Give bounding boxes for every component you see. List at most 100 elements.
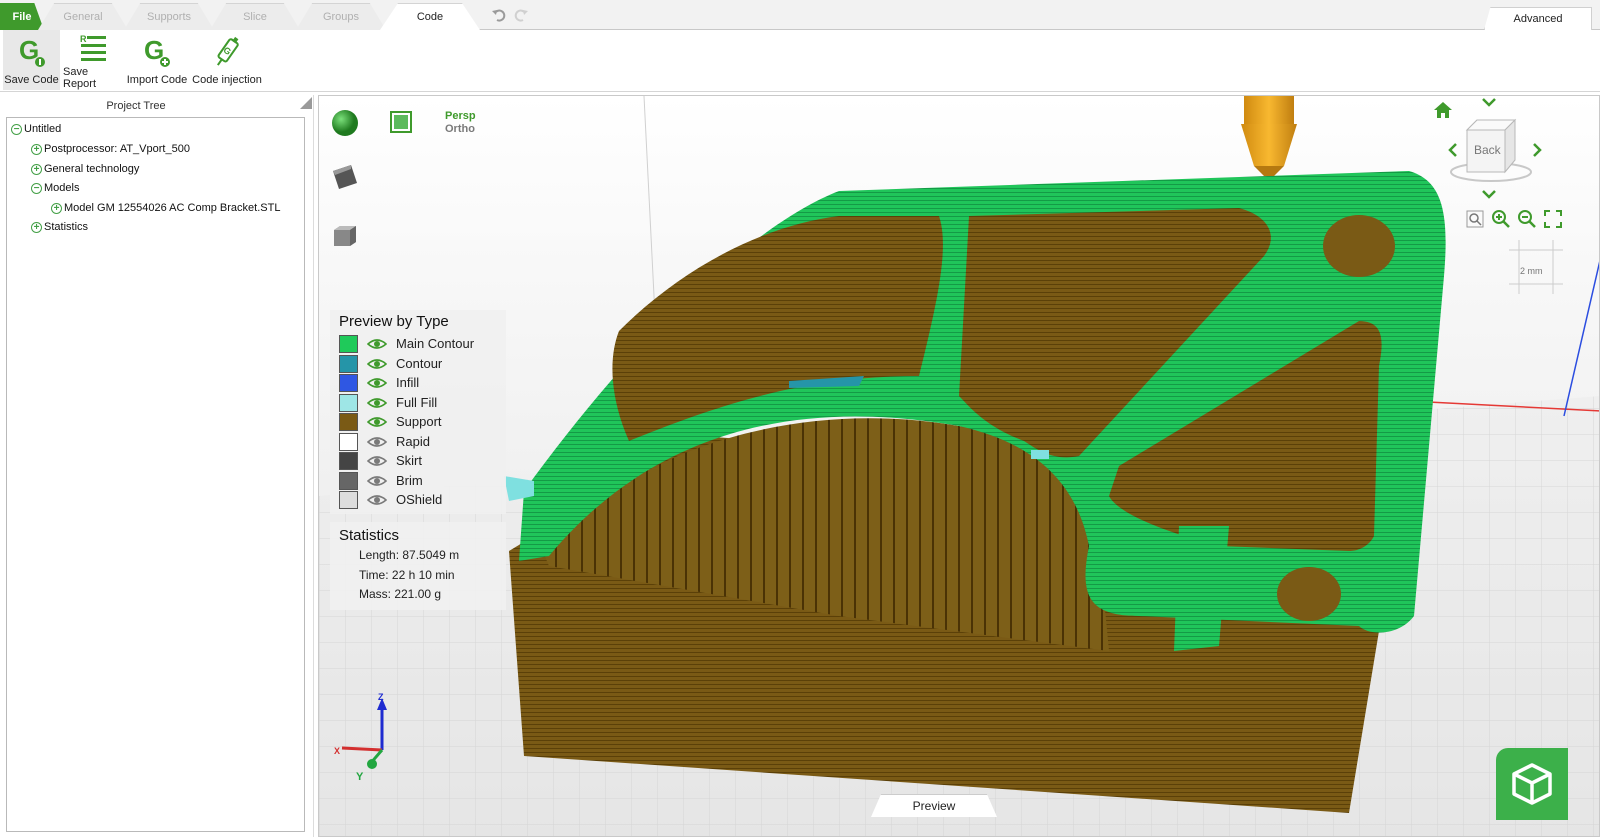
tab-advanced-label: Advanced [1513, 13, 1563, 25]
syringe-icon: G [212, 30, 242, 74]
legend-item[interactable]: Infill [339, 373, 419, 392]
legend-item[interactable]: Brim [339, 471, 423, 490]
tab-general-label: General [63, 10, 103, 23]
eye-icon[interactable] [367, 358, 387, 370]
shading-sphere-icon[interactable] [331, 109, 359, 142]
stat-time: Time: 22 h 10 min [359, 568, 455, 582]
eye-icon[interactable] [367, 475, 387, 487]
expand-icon[interactable]: + [31, 143, 42, 155]
tab-slice[interactable]: Slice [210, 3, 300, 30]
legend-swatch [339, 354, 358, 373]
ribbon-toolbar: G Save Code R Save Report G Import Code [0, 30, 1600, 92]
tab-general[interactable]: General [38, 3, 128, 30]
tree-node-root[interactable]: − Untitled [11, 123, 61, 135]
tree-node-postprocessor-label: Postprocessor: AT_Vport_500 [44, 143, 190, 155]
y-axis-line [1563, 261, 1599, 417]
code-injection-label: Code injection [192, 74, 262, 86]
code-injection-button[interactable]: G Code injection [191, 30, 263, 90]
viewport-3d[interactable]: Z X Y Persp Ortho Preview by Type Main C… [318, 95, 1600, 837]
legend-swatch [339, 393, 358, 412]
tree-node-general-technology[interactable]: + General technology [31, 163, 139, 175]
tab-advanced[interactable]: Advanced [1484, 7, 1592, 30]
save-report-button[interactable]: R Save Report [63, 30, 123, 90]
legend-item[interactable]: Skirt [339, 451, 422, 470]
save-report-label: Save Report [63, 66, 97, 90]
eye-icon[interactable] [367, 494, 387, 506]
axis-x-label: X [334, 746, 340, 756]
import-code-label: Import Code [126, 74, 188, 86]
tree-node-general-technology-label: General technology [44, 163, 140, 175]
redo-icon[interactable] [512, 7, 530, 23]
tab-groups[interactable]: Groups [296, 3, 386, 30]
axis-y-label: Y [356, 771, 364, 783]
section-view-icon[interactable] [331, 163, 359, 196]
view-cube[interactable]: Back [1441, 96, 1581, 206]
legend-item-label: Main Contour [396, 336, 475, 351]
tree-node-models-label: Models [44, 182, 80, 194]
legend-item[interactable]: OShield [339, 490, 442, 509]
expand-icon[interactable]: + [51, 202, 62, 214]
legend-swatch [339, 451, 358, 470]
view-cube-face-label: Back [1474, 143, 1502, 157]
eye-icon[interactable] [367, 455, 387, 467]
tree-node-statistics[interactable]: + Statistics [31, 221, 88, 233]
project-tree[interactable]: − Untitled + Postprocessor: AT_Vport_500… [6, 117, 305, 832]
panel-collapse-icon[interactable] [300, 97, 312, 109]
tree-node-statistics-label: Statistics [44, 221, 89, 233]
legend-swatch [339, 471, 358, 490]
tab-code[interactable]: Code [380, 3, 480, 30]
scale-ruler-label: 2 mm [1520, 266, 1543, 276]
undo-icon[interactable] [490, 7, 508, 23]
legend-item[interactable]: Main Contour [339, 334, 474, 353]
solid-box-icon[interactable] [332, 224, 358, 253]
eye-icon[interactable] [367, 397, 387, 409]
tree-node-postprocessor[interactable]: + Postprocessor: AT_Vport_500 [31, 143, 190, 155]
scene-3d[interactable]: Z X Y [319, 96, 1600, 837]
import-code-button[interactable]: G Import Code [125, 30, 189, 90]
printed-part[interactable] [504, 171, 1446, 813]
preview-tab[interactable]: Preview [871, 794, 997, 817]
zoom-window-icon[interactable] [1466, 210, 1484, 233]
save-code-button[interactable]: G Save Code [3, 30, 60, 90]
import-code-icon: G [142, 30, 172, 74]
projection-persp[interactable]: Persp [445, 110, 476, 122]
legend-swatch [339, 412, 358, 431]
legend-item-label: Infill [396, 375, 420, 390]
expand-icon[interactable]: + [31, 221, 42, 233]
tree-node-models[interactable]: − Models [31, 182, 79, 194]
legend-swatch [339, 373, 358, 392]
texture-mode-icon[interactable] [390, 111, 412, 138]
cube-menu-button[interactable] [1496, 748, 1568, 820]
collapse-icon[interactable]: − [11, 123, 22, 135]
tab-supports-label: Supports [146, 10, 192, 23]
zoom-in-icon[interactable] [1492, 210, 1510, 233]
zoom-toolbar [1466, 210, 1562, 233]
cube-icon [1512, 763, 1552, 805]
tab-bar: File General Supports Slice Groups Code … [0, 0, 1600, 30]
tree-node-model-file[interactable]: + Model GM 12554026 AC Comp Bracket.STL [51, 202, 280, 214]
stat-mass: Mass: 221.00 g [359, 587, 442, 601]
tab-code-label: Code [416, 10, 444, 23]
legend-item[interactable]: Support [339, 412, 442, 431]
nozzle [1241, 96, 1297, 176]
eye-icon[interactable] [367, 338, 387, 350]
legend-item[interactable]: Rapid [339, 432, 430, 451]
preview-by-type-legend: Preview by Type Main Contour Contour Inf… [330, 310, 506, 514]
tab-supports[interactable]: Supports [124, 3, 214, 30]
rotate-right-icon [1533, 143, 1542, 157]
zoom-out-icon[interactable] [1518, 210, 1536, 233]
tab-file-label: File [12, 10, 32, 23]
projection-ortho[interactable]: Ortho [445, 123, 475, 135]
fit-view-icon[interactable] [1544, 210, 1562, 233]
tab-slice-label: Slice [243, 10, 267, 23]
expand-icon[interactable]: + [31, 163, 42, 175]
legend-item[interactable]: Contour [339, 354, 442, 373]
axis-z-label: Z [378, 692, 384, 702]
eye-icon[interactable] [367, 416, 387, 428]
legend-swatch [339, 432, 358, 451]
eye-icon[interactable] [367, 377, 387, 389]
legend-item[interactable]: Full Fill [339, 393, 437, 412]
legend-item-label: Brim [396, 473, 423, 488]
eye-icon[interactable] [367, 436, 387, 448]
collapse-icon[interactable]: − [31, 182, 42, 194]
